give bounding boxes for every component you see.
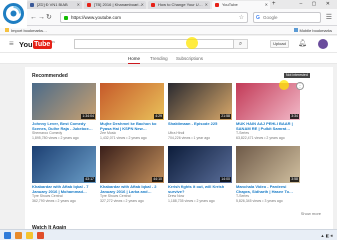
cursor-highlight (186, 37, 198, 49)
close-tab-icon[interactable]: ✕ (205, 1, 208, 9)
view-count: 362,790 views • 2 years ago (32, 198, 76, 203)
notifications-bell-icon[interactable]: 🔔︎ (298, 39, 307, 49)
main-content: Recommended 1:34:04 Johnny Lever, Best C… (25, 67, 333, 240)
video-title[interactable]: Krrish fights it out, will Krrish surviv… (168, 184, 232, 194)
video-meta: Drew Now 1,188,735 views • 2 years ago (168, 194, 232, 203)
folder-icon[interactable] (26, 232, 33, 239)
video-thumbnail[interactable]: 3:34 (236, 83, 300, 120)
browser-search-field[interactable]: G Google (253, 12, 321, 23)
video-thumbnail[interactable]: 1:34:04 (32, 83, 96, 120)
tab-subscriptions[interactable]: Subscriptions (176, 55, 203, 62)
video-meta: Zee Music 1,432,071 views • 2 years ago (100, 131, 164, 140)
search-icon: ⌕ (238, 41, 243, 47)
guide-menu-icon[interactable]: ≡ (9, 39, 14, 49)
bookmark-star-icon[interactable]: ☆ (239, 13, 244, 23)
start-icon[interactable] (4, 232, 11, 239)
video-thumbnail[interactable]: 21:58 (168, 83, 232, 120)
duration-badge: 3:34 (290, 114, 299, 119)
google-icon: G (256, 15, 260, 21)
browser-tab[interactable]: [ZD] Đ VN1 BIAB ✕ (27, 1, 82, 9)
video-meta: T-Series 63,822,471 views • 2 years ago (236, 131, 300, 140)
close-tab-icon[interactable]: ✕ (141, 1, 144, 9)
window-controls[interactable]: – ▢ ✕ (300, 0, 334, 9)
avatar[interactable] (318, 39, 328, 49)
show-more-link[interactable]: Show more (301, 211, 321, 216)
youtube-feed-tabs: Home Trending Subscriptions (0, 53, 337, 64)
logo-icon (3, 3, 24, 24)
more-actions-icon[interactable]: ⋮ (296, 82, 304, 90)
video-title[interactable]: Mujhe Deshmei ke Bachon ko Pyasa Hai | K… (100, 121, 164, 131)
mobile-bookmarks-link[interactable]: Mobile bookmarks (293, 27, 332, 34)
close-tab-icon[interactable]: ✕ (265, 1, 268, 9)
duration-badge: 21:58 (220, 114, 231, 119)
browser-menu-icon[interactable]: ☰ (326, 13, 332, 22)
folder-icon (5, 28, 9, 32)
video-thumbnail[interactable]: 14:00 (168, 146, 232, 183)
tab-favicon-icon (151, 3, 155, 7)
video-title[interactable]: MUK HAIN AAJ PEHLI BAAR | SANAM RE | Pul… (236, 121, 300, 131)
tab-trending[interactable]: Trending (150, 55, 168, 62)
video-meta: Ultra Hindi 704,226 views • 1 year ago (168, 131, 232, 140)
duration-badge: 1:34:04 (81, 114, 95, 119)
tab-favicon-icon (30, 3, 34, 7)
video-meta: T-Series 5,826,345 views • 3 years ago (236, 194, 300, 203)
video-thumbnail[interactable]: 3:58 (236, 146, 300, 183)
close-tab-icon[interactable]: ✕ (77, 1, 80, 9)
tab-favicon-icon (87, 3, 91, 7)
video-title[interactable]: Khabardar with Aftab Iqbal - 2 January 2… (100, 184, 164, 194)
video-thumbnail[interactable]: 4:29 (100, 83, 164, 120)
view-count: 5,826,345 views • 3 years ago (236, 198, 283, 203)
address-bar[interactable]: https://www.youtube.com ☆ (60, 12, 248, 23)
upload-button[interactable]: Upload (270, 40, 289, 48)
cursor-highlight (279, 80, 289, 90)
video-title[interactable]: Johnny Lever, Best Comedy Scenes, Dulhe … (32, 121, 96, 131)
duration-badge: 44:10 (152, 177, 163, 182)
video-title[interactable]: Manchala Video - Pardeesi Chapra, Sidhar… (236, 184, 300, 194)
browser-tab[interactable]: [TB] 2016 | Khanamboari… ✕ (84, 1, 146, 9)
youtube-logo[interactable]: You Tube IN (19, 40, 55, 49)
duration-badge: 3:58 (290, 177, 299, 182)
view-count: 704,226 views • 1 year ago (168, 135, 211, 140)
duration-badge: 43:17 (84, 177, 95, 182)
view-count: 327,272 views • 2 years ago (100, 198, 144, 203)
import-bookmarks-link[interactable]: Import bookmarks… (5, 27, 47, 34)
tooltip: Not interested (284, 73, 310, 78)
youtube-search-input[interactable] (74, 39, 234, 49)
view-count: 63,822,471 views • 2 years ago (236, 135, 285, 140)
browser-navigation-bar: ← → ↻ https://www.youtube.com ☆ G Google… (0, 9, 337, 26)
video-title[interactable]: Khabardar with Aftab Iqbal - 7 January 2… (32, 184, 96, 194)
firefox-icon[interactable] (37, 232, 44, 239)
screen-recorder-logo (0, 0, 27, 28)
back-icon[interactable]: ← (30, 13, 37, 22)
video-thumbnail[interactable]: 43:17 (32, 146, 96, 183)
video-meta: Tyre Shows Central 327,272 views • 2 yea… (100, 194, 164, 203)
bookmarks-toolbar: Import bookmarks… Mobile bookmarks (0, 26, 337, 35)
view-count: 1,895,780 views • 2 years ago (32, 135, 79, 140)
video-title[interactable]: Shaktimaan - Episode 225 (168, 121, 232, 126)
app-icon[interactable] (15, 232, 22, 239)
os-taskbar: ▲ ◧ 🔊︎ (0, 229, 337, 240)
new-tab-button[interactable]: + (272, 0, 276, 9)
lock-icon (64, 16, 68, 20)
url-text: https://www.youtube.com (71, 15, 122, 20)
video-thumbnail[interactable]: 44:10 (100, 146, 164, 183)
youtube-header: ≡ You Tube IN ⌕ Upload 🔔︎ (0, 36, 337, 53)
tab-home[interactable]: Home (128, 55, 141, 64)
browser-tab-active[interactable]: YouTube ✕ (212, 1, 270, 9)
forward-icon[interactable]: → (38, 13, 45, 22)
tab-favicon-icon (215, 3, 219, 7)
view-count: 1,432,071 views • 2 years ago (100, 135, 147, 140)
system-tray[interactable]: ▲ ◧ 🔊︎ (321, 230, 333, 240)
browser-tab[interactable]: How to Change Your U… ✕ (148, 1, 210, 9)
view-count: 1,188,735 views • 2 years ago (168, 198, 215, 203)
duration-badge: 4:29 (154, 114, 163, 119)
duration-badge: 14:00 (220, 177, 231, 182)
search-button[interactable]: ⌕ (234, 39, 248, 49)
video-meta: Shemaroo Comedy 1,895,780 views • 2 year… (32, 131, 96, 140)
folder-icon (293, 28, 298, 32)
video-meta: Tyre Shows Central 362,790 views • 2 yea… (32, 194, 96, 203)
browser-tab-strip: [ZD] Đ VN1 BIAB ✕ [TB] 2016 | Khanamboar… (0, 0, 337, 9)
section-title-recommended: Recommended (32, 73, 68, 79)
reload-icon[interactable]: ↻ (46, 13, 52, 22)
